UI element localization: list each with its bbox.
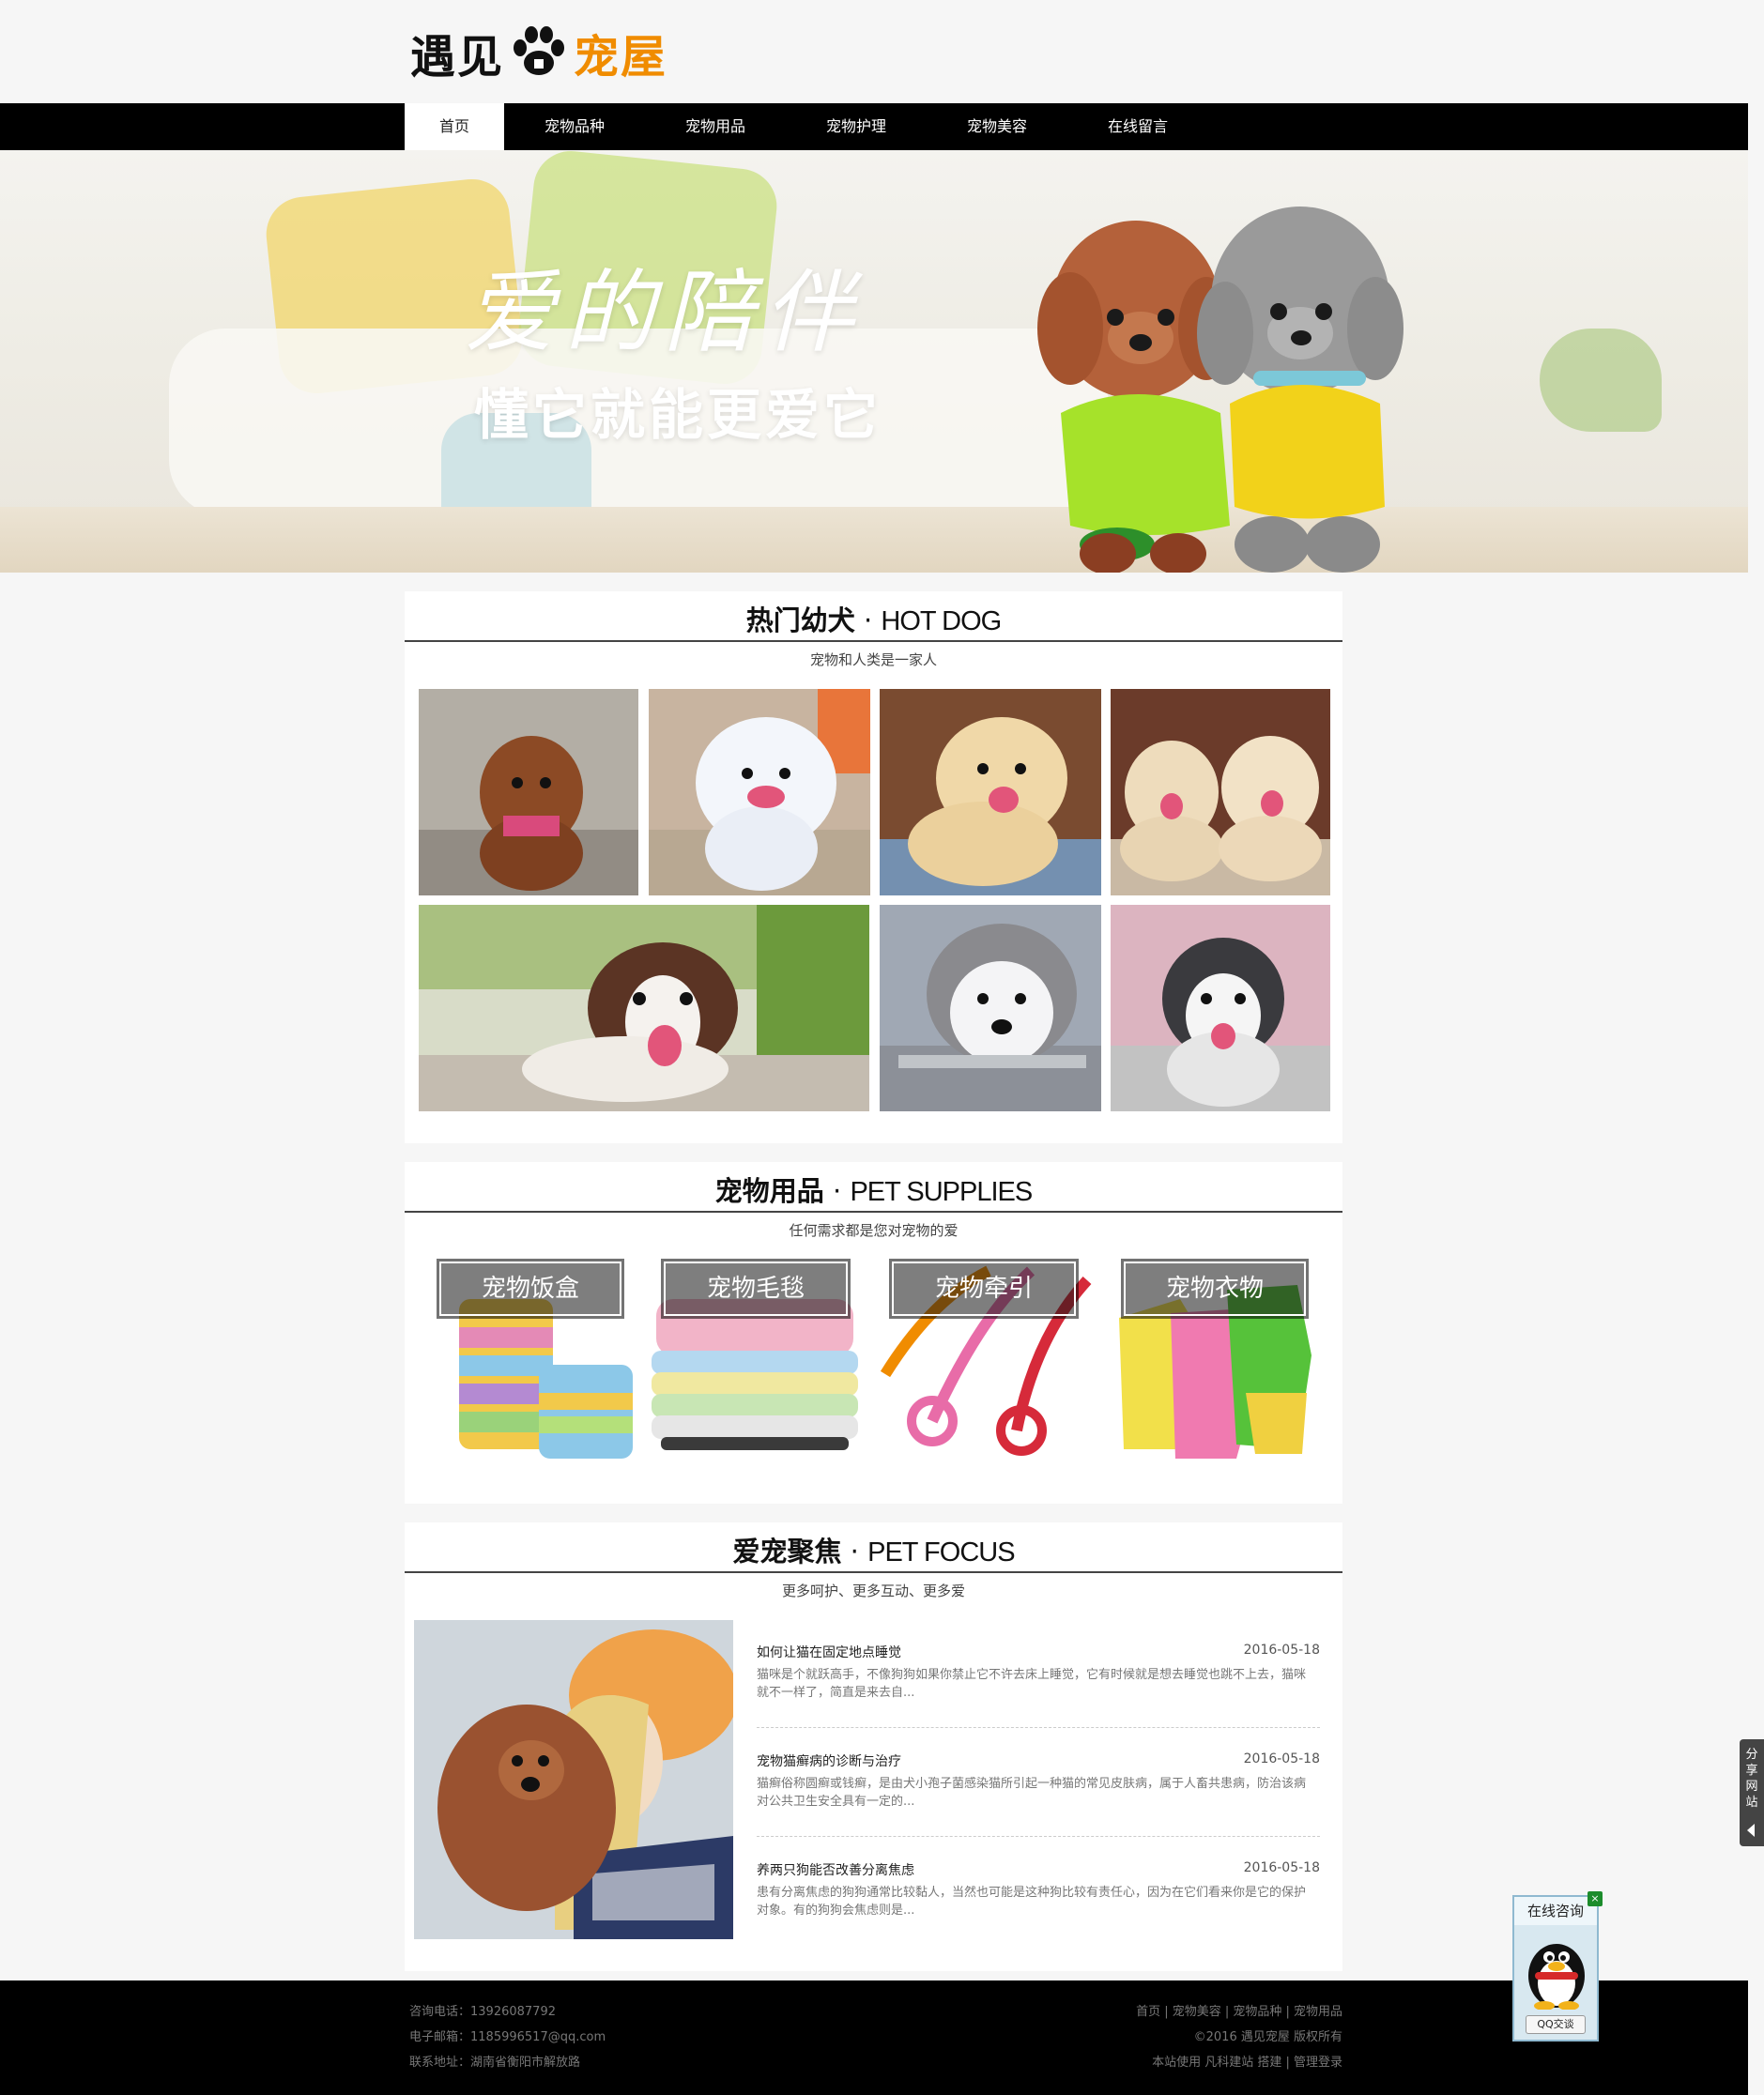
dog-photo-labrador[interactable] [1111, 689, 1330, 895]
focus-title-cn: 爱宠聚焦 [732, 1536, 842, 1567]
footer-phone: 咨询电话：13926087792 [409, 2005, 556, 2019]
arrow-left-icon [1747, 1824, 1755, 1837]
qq-consult-widget: 在线咨询 × QQ交谈 [1512, 1891, 1603, 2041]
supply-label-leash[interactable]: 宠物牵引 [889, 1259, 1079, 1319]
share-site-label: 分享网站 [1745, 1748, 1758, 1810]
news-item[interactable]: 宠物猫癣病的诊断与治疗 2016-05-18 猫癣俗称圆癣或钱癣，是由犬小孢子菌… [757, 1751, 1320, 1838]
supplies-divider [405, 1211, 1342, 1213]
news-desc: 患有分离焦虑的狗狗通常比较黏人，当然也可能是这种狗比较有责任心，因为在它们看来你… [757, 1886, 1307, 1918]
banner-slogan-main: 爱的陪伴 [465, 260, 863, 365]
close-icon[interactable]: × [1588, 1891, 1603, 1906]
hot-dog-title-en: HOT DOG [881, 606, 1002, 636]
hot-dog-title-cn: 热门幼犬 [745, 604, 855, 636]
qq-penguin-icon [1522, 1929, 1591, 2011]
supply-label-bowl[interactable]: 宠物饭盒 [437, 1259, 624, 1319]
hot-dog-title: 热门幼犬 · HOT DOG [405, 599, 1342, 638]
footer: 咨询电话：13926087792 电子邮箱：1185996517@qq.com … [0, 1980, 1748, 2095]
qq-chat-button[interactable]: QQ交谈 [1526, 2015, 1586, 2034]
footer-info: 首页 | 宠物美容 | 宠物品种 | 宠物用品 ©2016 遇见宠屋 版权所有 … [1136, 1999, 1342, 2075]
dog-photo-toy-poodle[interactable] [419, 689, 638, 895]
news-item[interactable]: 如何让猫在固定地点睡觉 2016-05-18 猫咪是个就跃高手，不像狗狗如果你禁… [757, 1643, 1320, 1729]
main-nav: 首页 宠物品种 宠物用品 宠物护理 宠物美容 在线留言 [0, 103, 1748, 150]
paw-icon [510, 23, 568, 82]
hot-dog-panel: 热门幼犬 · HOT DOG 宠物和人类是一家人 [405, 591, 1342, 1143]
news-desc: 猫癣俗称圆癣或钱癣，是由犬小孢子菌感染猫所引起一种猫的常见皮肤病，属于人畜共患病… [757, 1777, 1307, 1809]
news-title[interactable]: 养两只狗能否改善分离焦虑 [757, 1860, 914, 1879]
logo-text-1: 遇见 [410, 31, 505, 84]
news-title[interactable]: 宠物猫癣病的诊断与治疗 [757, 1751, 901, 1770]
hot-dog-subtitle: 宠物和人类是一家人 [809, 651, 937, 668]
page: 遇见 宠屋 首页 宠物品种 宠物用品 宠物护理 宠物美容 在线留言 爱的陪伴 懂… [0, 0, 1764, 2095]
focus-divider [405, 1571, 1342, 1573]
share-site-tab[interactable]: 分享网站 [1740, 1739, 1764, 1846]
focus-subtitle: 更多呵护、更多互动、更多爱 [781, 1583, 965, 1599]
footer-copyright: ©2016 遇见宠屋 版权所有 [1193, 2030, 1342, 2044]
footer-email[interactable]: 电子邮箱：1185996517@qq.com [409, 2025, 606, 2050]
footer-address: 联系地址：湖南省衡阳市解放路 [409, 2056, 581, 2070]
footer-links[interactable]: 首页 | 宠物美容 | 宠物品种 | 宠物用品 [1136, 1999, 1342, 2025]
pet-focus-panel: 爱宠聚焦 · PET FOCUS 更多呵护、更多互动、更多爱 如何让猫在固定地点… [405, 1522, 1342, 1971]
dog-photo-husky[interactable] [1111, 905, 1330, 1111]
banner-floor [0, 507, 1748, 573]
news-date: 2016-05-18 [1243, 1751, 1320, 1766]
banner-slogan-sub: 懂它就能更爱它 [474, 383, 882, 447]
focus-photo-girl-with-dog[interactable] [414, 1620, 733, 1939]
supply-label-blanket[interactable]: 宠物毛毯 [661, 1259, 851, 1319]
supplies-title-en: PET SUPPLIES [850, 1177, 1033, 1207]
qq-widget-title: 在线咨询 [1514, 1897, 1597, 1925]
nav-item-message[interactable]: 在线留言 [1067, 103, 1208, 150]
news-title[interactable]: 如何让猫在固定地点睡觉 [757, 1643, 901, 1661]
logo-text-2: 宠屋 [574, 31, 668, 84]
nav-item-breeds[interactable]: 宠物品种 [504, 103, 645, 150]
banner-plant [1540, 329, 1662, 432]
focus-title-en: PET FOCUS [867, 1537, 1015, 1567]
pet-supplies-panel: 宠物用品 · PET SUPPLIES 任何需求都是您对宠物的爱 宠物饭盒 宠物… [405, 1162, 1342, 1504]
nav-item-supplies[interactable]: 宠物用品 [645, 103, 786, 150]
news-desc: 猫咪是个就跃高手，不像狗狗如果你禁止它不许去床上睡觉，它有时候就是想去睡觉也跳不… [757, 1668, 1307, 1700]
supplies-title-dot: · [833, 1175, 842, 1207]
supplies-title-cn: 宠物用品 [714, 1175, 824, 1207]
news-date: 2016-05-18 [1243, 1643, 1320, 1658]
hero-banner[interactable]: 爱的陪伴 懂它就能更爱它 [0, 150, 1748, 573]
footer-contact: 咨询电话：13926087792 电子邮箱：1185996517@qq.com … [409, 1999, 606, 2075]
supplies-subtitle: 任何需求都是您对宠物的爱 [789, 1222, 959, 1239]
site-logo[interactable]: 遇见 宠屋 [410, 17, 667, 88]
banner-dogs-image [1014, 197, 1427, 573]
nav-item-grooming[interactable]: 宠物美容 [927, 103, 1067, 150]
dog-photo-border-collie[interactable] [419, 905, 869, 1111]
dog-photo-samoyed[interactable] [649, 689, 870, 895]
dog-photo-alaskan-malamute[interactable] [880, 905, 1101, 1111]
hot-dog-title-dot: · [863, 604, 873, 636]
nav-item-care[interactable]: 宠物护理 [786, 103, 927, 150]
dog-photo-golden-retriever[interactable] [880, 689, 1101, 895]
news-separator [757, 1727, 1320, 1728]
focus-title-dot: · [850, 1536, 859, 1567]
header: 遇见 宠屋 [0, 0, 1764, 103]
hot-dog-divider [405, 640, 1342, 642]
supplies-title: 宠物用品 · PET SUPPLIES [405, 1170, 1342, 1209]
supply-label-clothes[interactable]: 宠物衣物 [1121, 1259, 1309, 1319]
nav-item-home[interactable]: 首页 [405, 103, 504, 150]
news-item[interactable]: 养两只狗能否改善分离焦虑 2016-05-18 患有分离焦虑的狗狗通常比较黏人，… [757, 1860, 1320, 1947]
focus-title: 爱宠聚焦 · PET FOCUS [405, 1530, 1342, 1569]
news-separator [757, 1836, 1320, 1837]
news-date: 2016-05-18 [1243, 1860, 1320, 1875]
footer-powered[interactable]: 本站使用 凡科建站 搭建 | 管理登录 [1136, 2050, 1342, 2075]
